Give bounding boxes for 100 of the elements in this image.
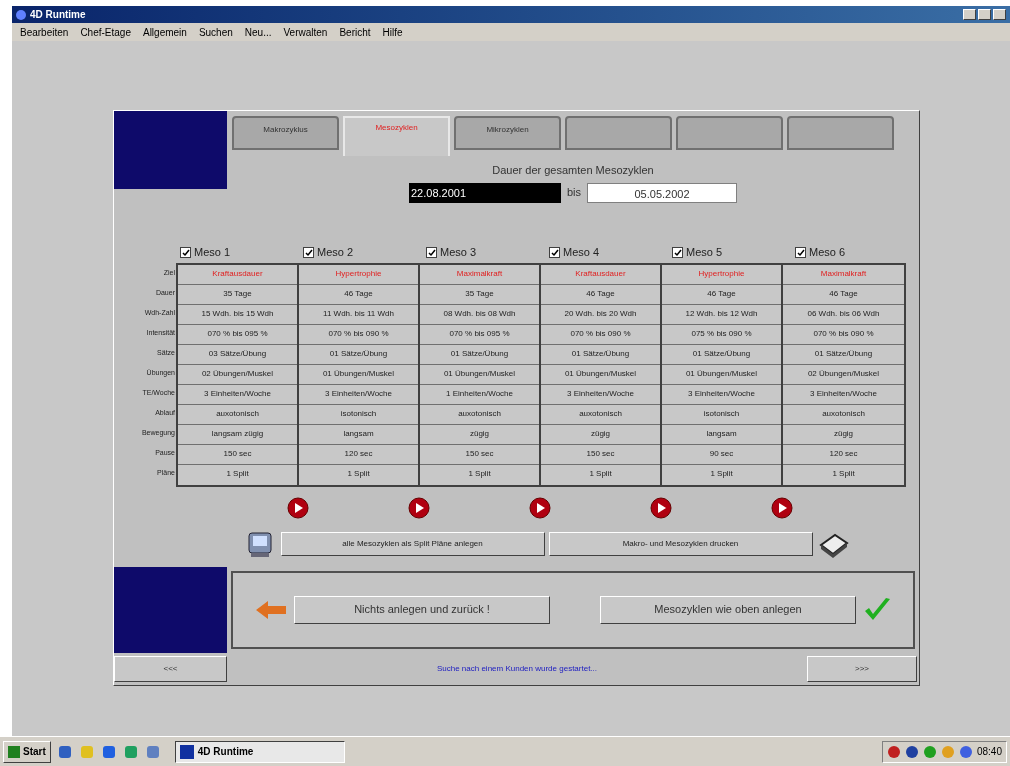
period-title: Dauer der gesamten Mesozyklen bbox=[492, 163, 654, 178]
table-cell: 01 Sätze/Übung bbox=[420, 344, 539, 365]
checkbox[interactable] bbox=[795, 247, 806, 258]
app-icon bbox=[16, 9, 26, 20]
table-cell: 01 Sätze/Übung bbox=[662, 344, 781, 365]
table-cell-text: 1 Split bbox=[709, 467, 734, 480]
table-cell: 070 % bis 095 % bbox=[178, 324, 297, 345]
table-cell: isotonisch bbox=[662, 404, 781, 425]
table-cell: 01 Übungen/Muskel bbox=[299, 364, 418, 385]
status-message: Suche nach einem Kunden wurde gestartet... bbox=[435, 662, 599, 675]
table-cell-text: 1 Split bbox=[831, 467, 856, 480]
tab[interactable]: Mikrozyklen bbox=[454, 116, 561, 150]
menu-item[interactable]: Allgemein bbox=[142, 24, 187, 40]
table-cell: Maximalkraft bbox=[783, 264, 904, 285]
table-cell: 3 Einheiten/Woche bbox=[541, 384, 660, 405]
table-cell: zügig bbox=[783, 424, 904, 445]
table-cell: auxotonisch bbox=[541, 404, 660, 425]
action-button[interactable]: alle Mesozyklen als Split Pläne anlegen bbox=[280, 531, 545, 556]
table-cell: 070 % bis 090 % bbox=[541, 324, 660, 345]
create-button[interactable]: Mesozyklen wie oben anlegen bbox=[600, 595, 856, 624]
play-icon[interactable] bbox=[650, 496, 672, 519]
table-cell: 02 Übungen/Muskel bbox=[178, 364, 297, 385]
table-cell: 11 Wdh. bis 11 Wdh bbox=[299, 304, 418, 325]
table-cell: isotonisch bbox=[299, 404, 418, 425]
play-icon[interactable] bbox=[529, 496, 551, 519]
menu-item[interactable]: Suchen bbox=[198, 24, 233, 40]
menu-item[interactable]: Verwalten bbox=[283, 24, 328, 40]
table-cell: Hypertrophie bbox=[662, 264, 781, 285]
table-cell: 070 % bis 090 % bbox=[299, 324, 418, 345]
table-cell: 06 Wdh. bis 06 Wdh bbox=[783, 304, 904, 325]
tab[interactable]: Makrozyklus bbox=[232, 116, 339, 150]
table-cell: 070 % bis 090 % bbox=[783, 324, 904, 345]
table-cell: 3 Einheiten/Woche bbox=[178, 384, 297, 405]
table-cell: 02 Übungen/Muskel bbox=[783, 364, 904, 385]
table-cell: Maximalkraft bbox=[420, 264, 539, 285]
play-icon[interactable] bbox=[408, 496, 430, 519]
table-cell: auxotonisch bbox=[178, 404, 297, 425]
play-icon[interactable] bbox=[771, 496, 793, 519]
column-label: Meso 3 bbox=[440, 245, 477, 261]
checkbox[interactable] bbox=[549, 247, 560, 258]
table-cell: 150 sec bbox=[420, 444, 539, 465]
menu-item[interactable]: Bearbeiten bbox=[20, 24, 69, 40]
table-cell: Kraftausdauer bbox=[178, 264, 297, 285]
table-cell: langsam bbox=[662, 424, 781, 445]
taskbar-button[interactable]: 4D Runtime bbox=[174, 740, 345, 763]
table-cell: 075 % bis 090 % bbox=[662, 324, 781, 345]
clock: 08:40 bbox=[976, 745, 1002, 759]
table-cell: zügig bbox=[541, 424, 660, 445]
previous-button[interactable]: <<< bbox=[114, 655, 227, 682]
table-cell: 03 Sätze/Übung bbox=[178, 344, 297, 365]
checkbox[interactable] bbox=[426, 247, 437, 258]
table-cell: 01 Sätze/Übung bbox=[783, 344, 904, 365]
table-cell: 01 Übungen/Muskel bbox=[662, 364, 781, 385]
table-cell: langsam bbox=[299, 424, 418, 445]
table-cell: Kraftausdauer bbox=[541, 264, 660, 285]
table-cell: langsam zügig bbox=[178, 424, 297, 445]
menu-item[interactable]: Neu... bbox=[244, 24, 272, 40]
checkbox[interactable] bbox=[303, 247, 314, 258]
table-cell: 01 Übungen/Muskel bbox=[541, 364, 660, 385]
column-label: Meso 2 bbox=[317, 245, 354, 261]
table-cell: 90 sec bbox=[662, 444, 781, 465]
table-cell: 3 Einheiten/Woche bbox=[783, 384, 904, 405]
table-cell: auxotonisch bbox=[783, 404, 904, 425]
start-button[interactable]: Start bbox=[3, 740, 51, 763]
table-cell: 120 sec bbox=[783, 444, 904, 465]
action-button[interactable]: Makro- und Mesozyklen drucken bbox=[548, 531, 813, 556]
start-date-field[interactable]: 22.08.2001 bbox=[408, 182, 561, 203]
table-cell: 150 sec bbox=[541, 444, 660, 465]
table-cell-text: 1 Split bbox=[346, 467, 371, 480]
table-cell: 35 Tage bbox=[178, 284, 297, 305]
table-cell: 120 sec bbox=[299, 444, 418, 465]
table-cell: 12 Wdh. bis 12 Wdh bbox=[662, 304, 781, 325]
table-cell: zügig bbox=[420, 424, 539, 445]
column-label: Meso 6 bbox=[809, 245, 846, 261]
column-label: Meso 5 bbox=[686, 245, 723, 261]
menu-item[interactable]: Hilfe bbox=[382, 24, 403, 40]
table-cell: 08 Wdh. bis 08 Wdh bbox=[420, 304, 539, 325]
column-label: Meso 4 bbox=[563, 245, 600, 261]
table-cell-text: 1 Split bbox=[588, 467, 613, 480]
menu-item[interactable]: Chef-Etage bbox=[80, 24, 131, 40]
play-icon[interactable] bbox=[287, 496, 309, 519]
table-cell: 3 Einheiten/Woche bbox=[662, 384, 781, 405]
menu-item[interactable]: Bericht bbox=[339, 24, 371, 40]
table-cell: 01 Sätze/Übung bbox=[299, 344, 418, 365]
next-button[interactable]: >>> bbox=[807, 655, 917, 682]
table-cell: 01 Sätze/Übung bbox=[541, 344, 660, 365]
table-cell: 1 Einheiten/Woche bbox=[420, 384, 539, 405]
back-button[interactable]: Nichts anlegen und zurück ! bbox=[294, 595, 550, 624]
end-date-field[interactable]: 05.05.2002 bbox=[587, 182, 738, 203]
table-cell: auxotonisch bbox=[420, 404, 539, 425]
table-cell: 46 Tage bbox=[541, 284, 660, 305]
table-cell-text: 1 Split bbox=[467, 467, 492, 480]
table-cell: 01 Übungen/Muskel bbox=[420, 364, 539, 385]
table-cell: 46 Tage bbox=[783, 284, 904, 305]
table-cell-text: 1 Split bbox=[225, 467, 250, 480]
table-cell: 3 Einheiten/Woche bbox=[299, 384, 418, 405]
table-cell: 46 Tage bbox=[299, 284, 418, 305]
checkbox[interactable] bbox=[672, 247, 683, 258]
checkbox[interactable] bbox=[180, 247, 191, 258]
table-cell: 46 Tage bbox=[662, 284, 781, 305]
